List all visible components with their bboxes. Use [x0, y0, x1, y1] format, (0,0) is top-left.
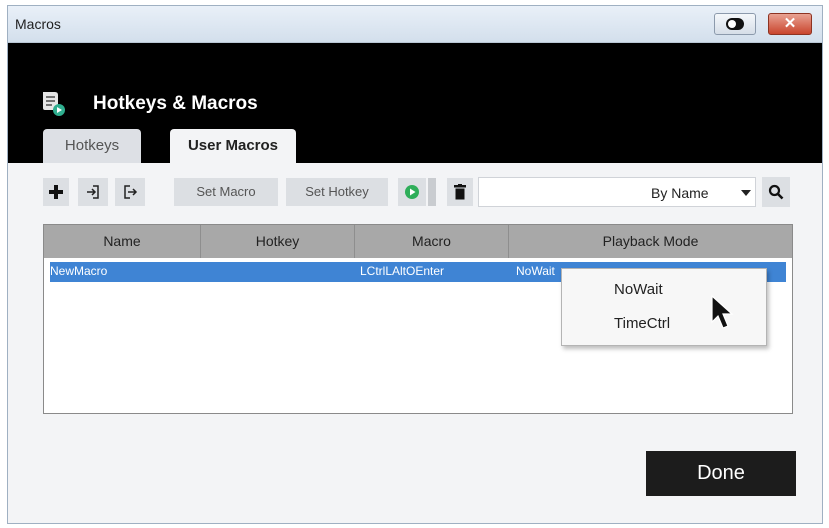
macros-window: Macros ✕ Hotkeys & Macros Hotkeys User M… — [7, 5, 823, 524]
set-macro-button[interactable]: Set Macro — [174, 178, 278, 206]
search-field[interactable]: By Name — [478, 177, 756, 207]
close-button[interactable]: ✕ — [768, 13, 812, 35]
play-button[interactable] — [398, 178, 426, 206]
delete-button[interactable] — [447, 178, 473, 206]
cell-playback-mode[interactable]: NoWait — [516, 264, 555, 278]
plus-icon — [49, 185, 63, 199]
import-icon — [87, 185, 99, 199]
macro-script-icon — [43, 92, 65, 116]
set-hotkey-button[interactable]: Set Hotkey — [286, 178, 388, 206]
title-bar: Macros ✕ — [8, 6, 822, 43]
column-header-playback-mode[interactable]: Playback Mode — [509, 225, 792, 258]
column-header-macro[interactable]: Macro — [355, 225, 509, 258]
toggle-icon — [726, 18, 744, 30]
play-icon — [405, 185, 419, 199]
menu-item-timectrl[interactable]: TimeCtrl — [614, 315, 670, 332]
window-title: Macros — [15, 16, 61, 32]
export-button[interactable] — [115, 178, 145, 206]
chevron-down-icon[interactable] — [741, 190, 751, 196]
trash-icon — [454, 184, 466, 200]
done-button[interactable]: Done — [646, 451, 796, 496]
add-macro-button[interactable] — [43, 178, 69, 206]
toggle-button[interactable] — [714, 13, 756, 35]
search-icon — [768, 184, 784, 200]
tab-user-macros[interactable]: User Macros — [170, 129, 296, 163]
column-header-hotkey[interactable]: Hotkey — [201, 225, 355, 258]
search-button[interactable] — [762, 177, 790, 207]
playback-mode-menu: NoWait TimeCtrl — [561, 268, 767, 346]
export-icon — [124, 185, 138, 199]
header-panel: Hotkeys & Macros Hotkeys User Macros — [8, 43, 822, 163]
import-button[interactable] — [78, 178, 108, 206]
mouse-cursor-icon — [711, 294, 734, 329]
menu-item-nowait[interactable]: NoWait — [614, 281, 663, 298]
tab-hotkeys[interactable]: Hotkeys — [43, 129, 141, 163]
header-title: Hotkeys & Macros — [93, 93, 258, 114]
sort-select[interactable]: By Name — [651, 185, 709, 201]
cell-name: NewMacro — [50, 264, 108, 278]
close-icon: ✕ — [783, 15, 797, 32]
cell-macro: LCtrlLAltOEnter — [360, 264, 445, 278]
play-dropdown-button[interactable] — [428, 178, 436, 206]
column-header-name[interactable]: Name — [44, 225, 201, 258]
